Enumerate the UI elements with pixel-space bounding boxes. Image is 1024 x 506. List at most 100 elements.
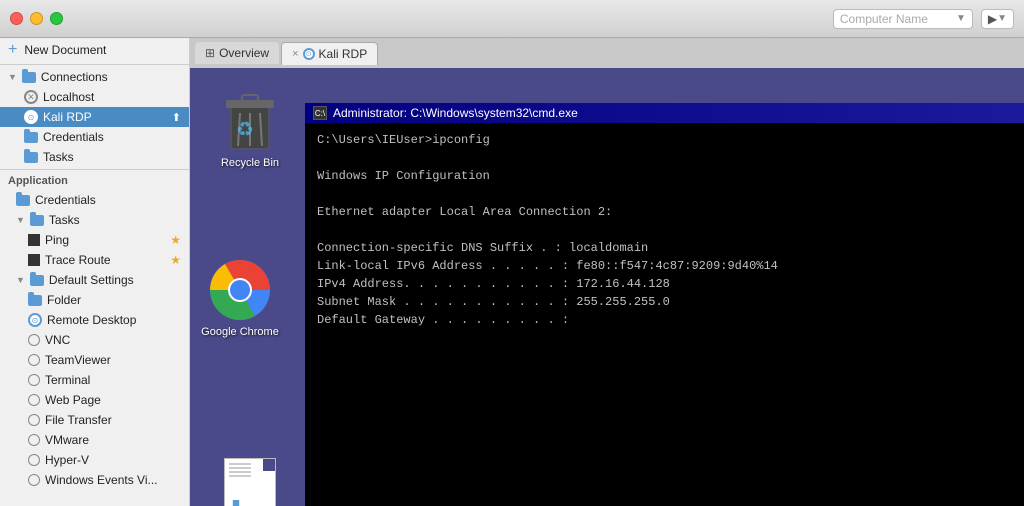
- terminal-icon: [28, 374, 40, 386]
- remote-desktop-label: Remote Desktop: [47, 313, 136, 327]
- cmd-icon: C:\: [313, 106, 327, 120]
- kali-rdp-tab-label: Kali RDP: [319, 47, 368, 61]
- folder-icon-tasks: [24, 152, 38, 163]
- cmd-titlebar: C:\ Administrator: C:\Windows\system32\c…: [305, 103, 1024, 123]
- cmd-line7: Connection-specific DNS Suffix . : local…: [317, 239, 1012, 257]
- computer-name-dropdown[interactable]: Computer Name ▼: [833, 9, 973, 29]
- titlebar-right: Computer Name ▼ ▶ ▼: [833, 9, 1014, 29]
- play-button[interactable]: ▶ ▼: [981, 9, 1014, 29]
- recycle-bin-svg: ♻: [222, 88, 278, 153]
- folder-icon-app-tasks: [30, 215, 44, 226]
- tab-overview[interactable]: ⊞ Overview: [195, 42, 279, 64]
- sidebar-item-vmware[interactable]: VMware: [0, 430, 189, 450]
- sidebar-item-kali-rdp[interactable]: ⊙ Kali RDP ⬆: [0, 107, 189, 127]
- cmd-line1: C:\Users\IEUser>ipconfig: [317, 131, 1012, 149]
- sidebar-item-windows-events[interactable]: Windows Events Vi...: [0, 470, 189, 490]
- cmd-line4: [317, 185, 1012, 203]
- web-page-icon: [28, 394, 40, 406]
- computer-name-label: Computer Name: [840, 12, 952, 26]
- sidebar-item-web-page[interactable]: Web Page: [0, 390, 189, 410]
- sidebar: + New Document ▼ Connections ✕ Localhost…: [0, 38, 190, 506]
- file-transfer-label: File Transfer: [45, 413, 112, 427]
- main-layout: + New Document ▼ Connections ✕ Localhost…: [0, 38, 1024, 506]
- recycle-bin-label: Recycle Bin: [221, 157, 279, 169]
- file-transfer-icon: [28, 414, 40, 426]
- play-dropdown-icon: ▼: [997, 13, 1007, 24]
- sidebar-item-ping[interactable]: Ping ★: [0, 230, 189, 250]
- app-tasks-label: Tasks: [49, 213, 80, 227]
- overview-tab-label: Overview: [219, 46, 269, 60]
- default-settings-triangle: ▼: [16, 275, 25, 285]
- sidebar-item-terminal[interactable]: Terminal: [0, 370, 189, 390]
- desktop-icon-eula[interactable]: eula: [210, 458, 290, 506]
- cmd-line9: IPv4 Address. . . . . . . . . . . : 172.…: [317, 275, 1012, 293]
- vnc-label: VNC: [45, 333, 70, 347]
- tab-kali-rdp[interactable]: × ⊙ Kali RDP: [281, 42, 378, 65]
- sidebar-item-app-tasks[interactable]: ▼ Tasks: [0, 210, 189, 230]
- desktop-icon-chrome[interactable]: Google Chrome: [200, 258, 280, 338]
- sidebar-item-hyper-v[interactable]: Hyper-V: [0, 450, 189, 470]
- circle-x-icon: ✕: [24, 90, 38, 104]
- desktop-area: ♻ Recycle Bin Google Chro: [190, 68, 1024, 506]
- teamviewer-label: TeamViewer: [45, 353, 111, 367]
- vmware-label: VMware: [45, 433, 89, 447]
- divider: [0, 64, 189, 65]
- sidebar-item-credentials[interactable]: Credentials: [0, 127, 189, 147]
- vnc-icon: [28, 334, 40, 346]
- app-credentials-label: Credentials: [35, 193, 96, 207]
- sidebar-item-folder[interactable]: Folder: [0, 290, 189, 310]
- ping-icon: [28, 234, 40, 246]
- web-page-label: Web Page: [45, 393, 101, 407]
- sidebar-item-file-transfer[interactable]: File Transfer: [0, 410, 189, 430]
- ping-label: Ping: [45, 233, 69, 247]
- window-controls: [10, 12, 63, 25]
- localhost-label: Localhost: [43, 90, 94, 104]
- grid-icon: ⊞: [205, 46, 215, 60]
- sidebar-section-application: Application: [0, 172, 189, 190]
- folder-icon-credentials: [24, 132, 38, 143]
- titlebar: Computer Name ▼ ▶ ▼: [0, 0, 1024, 38]
- cmd-title-text: Administrator: C:\Windows\system32\cmd.e…: [333, 106, 578, 120]
- folder-label: Folder: [47, 293, 81, 307]
- windows-events-label: Windows Events Vi...: [45, 473, 158, 487]
- sidebar-item-localhost[interactable]: ✕ Localhost: [0, 87, 189, 107]
- desktop-icon-recycle-bin[interactable]: ♻ Recycle Bin: [210, 88, 290, 169]
- eula-line4: [229, 475, 263, 477]
- shortcut-arrow-icon: [228, 500, 244, 506]
- sidebar-item-remote-desktop[interactable]: ⊙ Remote Desktop: [0, 310, 189, 330]
- chevron-down-icon: ▼: [956, 13, 966, 24]
- credentials-label: Credentials: [43, 130, 104, 144]
- sidebar-item-teamviewer[interactable]: TeamViewer: [0, 350, 189, 370]
- application-section-label: Application: [8, 175, 68, 187]
- cmd-line10: Subnet Mask . . . . . . . . . . . : 255.…: [317, 293, 1012, 311]
- hyper-v-label: Hyper-V: [45, 453, 89, 467]
- divider2: [0, 169, 189, 170]
- cmd-line5: Ethernet adapter Local Area Connection 2…: [317, 203, 1012, 221]
- cmd-body[interactable]: C:\Users\IEUser>ipconfig Windows IP Conf…: [305, 123, 1024, 506]
- minimize-button[interactable]: [30, 12, 43, 25]
- teamviewer-icon: [28, 354, 40, 366]
- eula-line2: [229, 467, 263, 469]
- default-settings-label: Default Settings: [49, 273, 134, 287]
- sidebar-item-vnc[interactable]: VNC: [0, 330, 189, 350]
- sidebar-item-app-credentials[interactable]: Credentials: [0, 190, 189, 210]
- maximize-button[interactable]: [50, 12, 63, 25]
- cmd-line6: [317, 221, 1012, 239]
- sidebar-item-connections[interactable]: ▼ Connections: [0, 67, 189, 87]
- tasks-label: Tasks: [43, 150, 74, 164]
- sidebar-item-trace-route[interactable]: Trace Route ★: [0, 250, 189, 270]
- tasks-triangle: ▼: [16, 215, 25, 225]
- sidebar-item-new-document[interactable]: + New Document: [0, 38, 189, 62]
- remote-desktop-icon: ⊙: [28, 313, 42, 327]
- hyper-v-icon: [28, 454, 40, 466]
- sidebar-item-default-settings[interactable]: ▼ Default Settings: [0, 270, 189, 290]
- terminal-label: Terminal: [45, 373, 90, 387]
- vmware-icon: [28, 434, 40, 446]
- cmd-line11: Default Gateway . . . . . . . . . :: [317, 311, 1012, 329]
- tab-close-icon[interactable]: ×: [292, 48, 298, 60]
- close-button[interactable]: [10, 12, 23, 25]
- svg-text:♻: ♻: [236, 119, 254, 141]
- chrome-svg: [208, 258, 272, 322]
- sidebar-item-tasks[interactable]: Tasks: [0, 147, 189, 167]
- folder-icon: [22, 72, 36, 83]
